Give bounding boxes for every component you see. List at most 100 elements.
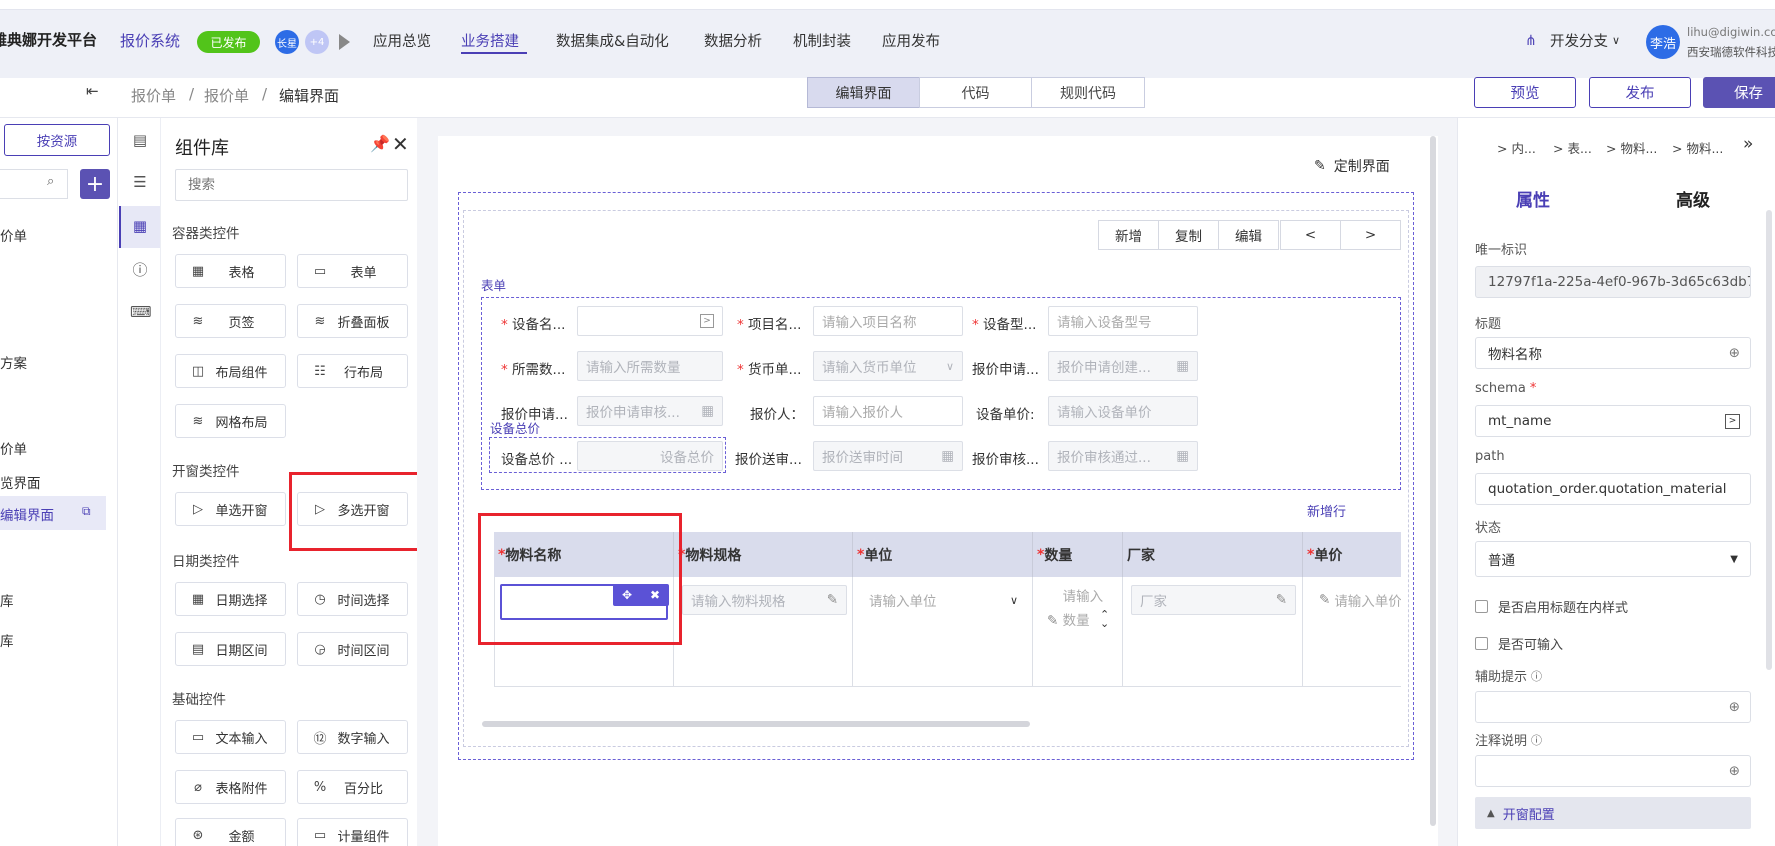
device-name-input[interactable]: >: [577, 306, 723, 336]
tree-item[interactable]: 库: [0, 630, 14, 650]
globe-icon[interactable]: ⊕: [1729, 699, 1740, 715]
publish-button[interactable]: 发布: [1589, 77, 1691, 108]
title-input[interactable]: 物料名称 ⊕: [1475, 337, 1751, 369]
library-search-input[interactable]: [175, 169, 408, 201]
preview-button[interactable]: 预览: [1474, 77, 1576, 108]
quantity-input[interactable]: 请输入所需数量: [577, 351, 723, 381]
tree-item-edit-view[interactable]: 编辑界面: [0, 504, 54, 524]
tab-code[interactable]: 代码: [919, 77, 1032, 108]
comp-form[interactable]: ▭ 表单: [297, 254, 408, 288]
help-icon[interactable]: ⓘ: [1531, 668, 1542, 684]
save-button[interactable]: 保存: [1703, 77, 1775, 108]
globe-icon[interactable]: ⊕: [1729, 763, 1740, 779]
tree-item[interactable]: 方案: [0, 352, 27, 372]
comp-measure[interactable]: ▭ 计量组件: [297, 818, 408, 846]
breadcrumb-item[interactable]: 报价单: [131, 85, 176, 106]
column-header-quantity[interactable]: * 数量: [1033, 532, 1123, 577]
unit-price-input[interactable]: 请输入设备单价: [1048, 396, 1198, 426]
help-icon[interactable]: ⓘ: [1531, 732, 1542, 748]
prop-breadcrumb-item[interactable]: > 物料...: [1606, 138, 1657, 157]
comp-number-input[interactable]: ⑫ 数字输入: [297, 720, 408, 754]
comp-time-range[interactable]: ◶ 时间区间: [297, 632, 408, 666]
device-model-input[interactable]: 请输入设备型号: [1048, 306, 1198, 336]
submit-time-input[interactable]: 报价送审时间 ▦: [813, 441, 963, 471]
stepper-icon[interactable]: ⌃ ⌄: [1100, 609, 1109, 629]
comp-date-range[interactable]: ▤ 日期区间: [175, 632, 286, 666]
editable-checkbox[interactable]: 是否可输入: [1475, 634, 1563, 653]
material-spec-input[interactable]: 请输入物料规格 ✎: [682, 585, 847, 615]
hint-input[interactable]: ⊕: [1475, 691, 1751, 723]
review-date-input[interactable]: 报价申请审核... ▦: [577, 396, 723, 426]
expand-panel-icon[interactable]: »: [1743, 134, 1753, 154]
tree-item[interactable]: 览界面: [0, 472, 41, 492]
state-select[interactable]: 普通 ▼: [1475, 541, 1751, 577]
title-inline-checkbox[interactable]: 是否启用标题在内样式: [1475, 597, 1628, 616]
tab-advanced[interactable]: 高级: [1676, 186, 1710, 211]
column-header-price[interactable]: * 单价: [1303, 532, 1401, 577]
prop-breadcrumb-item[interactable]: > 物料...: [1672, 138, 1723, 157]
comp-percentage[interactable]: % 百分比: [297, 770, 408, 804]
currency-select[interactable]: 请输入货币单位 ∨: [813, 351, 963, 381]
page-icon[interactable]: ▤: [130, 130, 150, 150]
tab-by-resource[interactable]: 按资源: [4, 124, 110, 156]
path-input[interactable]: quotation_order.quotation_material: [1475, 473, 1751, 505]
manufacturer-input[interactable]: 厂家 ✎: [1131, 585, 1296, 615]
platform-title[interactable]: 雅典娜开发平台: [0, 29, 97, 50]
nav-app-publish[interactable]: 应用发布: [882, 30, 940, 51]
next-button[interactable]: >: [1340, 220, 1401, 250]
customize-view-button[interactable]: ✎ 定制界面: [1314, 156, 1390, 176]
copy-button[interactable]: 复制: [1158, 220, 1219, 250]
collaborator-avatar[interactable]: 长星: [275, 30, 299, 54]
comp-row-layout[interactable]: ☷ 行布局: [297, 354, 408, 388]
nav-app-overview[interactable]: 应用总览: [373, 30, 431, 51]
comp-time-picker[interactable]: ◷ 时间选择: [297, 582, 408, 616]
tab-rule-code[interactable]: 规则代码: [1031, 77, 1145, 108]
comp-collapse-panel[interactable]: ≋ 折叠面板: [297, 304, 408, 338]
add-row-link[interactable]: 新增行: [1307, 501, 1346, 520]
comp-tabs[interactable]: ≋ 页签: [175, 304, 286, 338]
prop-breadcrumb-item[interactable]: > 表...: [1553, 138, 1592, 157]
checkbox[interactable]: [1475, 637, 1488, 650]
comp-table-attachment[interactable]: ⌀ 表格附件: [175, 770, 286, 804]
tab-edit-view[interactable]: 编辑界面: [807, 77, 920, 108]
nav-mechanism[interactable]: 机制封装: [793, 30, 851, 51]
note-input[interactable]: ⊕: [1475, 755, 1751, 787]
tab-properties[interactable]: 属性: [1516, 186, 1550, 211]
components-icon[interactable]: ▦: [130, 216, 150, 236]
quoter-input[interactable]: 请输入报价人: [813, 396, 963, 426]
comp-text-input[interactable]: ▭ 文本输入: [175, 720, 286, 754]
comp-amount[interactable]: ⊛ 金额: [175, 818, 286, 846]
close-icon[interactable]: ✕: [392, 132, 409, 156]
edit-button[interactable]: 编辑: [1218, 220, 1279, 250]
collapse-panel-icon[interactable]: ⇤: [86, 82, 99, 100]
collaborator-more-badge[interactable]: +4: [305, 30, 329, 54]
prop-breadcrumb-item[interactable]: > 内...: [1497, 138, 1536, 157]
window-config-section[interactable]: ▲ 开窗配置: [1475, 797, 1751, 829]
comp-date-picker[interactable]: ▦ 日期选择: [175, 582, 286, 616]
comp-single-window[interactable]: ▷ 单选开窗: [175, 492, 286, 526]
nav-data-integration[interactable]: 数据集成&自动化: [556, 30, 669, 51]
add-button[interactable]: 新增: [1098, 220, 1159, 250]
terminal-icon[interactable]: ⌨: [130, 302, 152, 322]
properties-scrollbar[interactable]: [1766, 210, 1772, 670]
price-input[interactable]: ✎ 请输入单价: [1311, 585, 1401, 615]
canvas-scrollbar[interactable]: [1430, 136, 1436, 826]
column-header-unit[interactable]: * 单位: [853, 532, 1033, 577]
column-header-material-spec[interactable]: * 物料规格: [674, 532, 853, 577]
window-select-icon[interactable]: >: [1725, 413, 1740, 429]
system-name[interactable]: 报价系统: [120, 30, 180, 51]
alert-icon[interactable]: ⓘ: [130, 260, 150, 280]
left-search-input[interactable]: [0, 169, 68, 199]
schema-input[interactable]: mt_name >: [1475, 405, 1751, 437]
comp-layout[interactable]: ◫ 布局组件: [175, 354, 286, 388]
approve-time-input[interactable]: 报价审核通过... ▦: [1048, 441, 1198, 471]
column-header-manufacturer[interactable]: 厂家: [1123, 532, 1303, 577]
table-horizontal-scrollbar[interactable]: [482, 721, 1030, 727]
total-price-input[interactable]: 设备总价: [577, 441, 723, 471]
add-icon[interactable]: +: [80, 169, 110, 199]
checkbox[interactable]: [1475, 600, 1488, 613]
pin-icon[interactable]: 📌: [370, 134, 390, 153]
project-name-input[interactable]: 请输入项目名称: [813, 306, 963, 336]
nav-business-build[interactable]: 业务搭建: [461, 30, 519, 51]
play-icon[interactable]: [339, 34, 350, 50]
